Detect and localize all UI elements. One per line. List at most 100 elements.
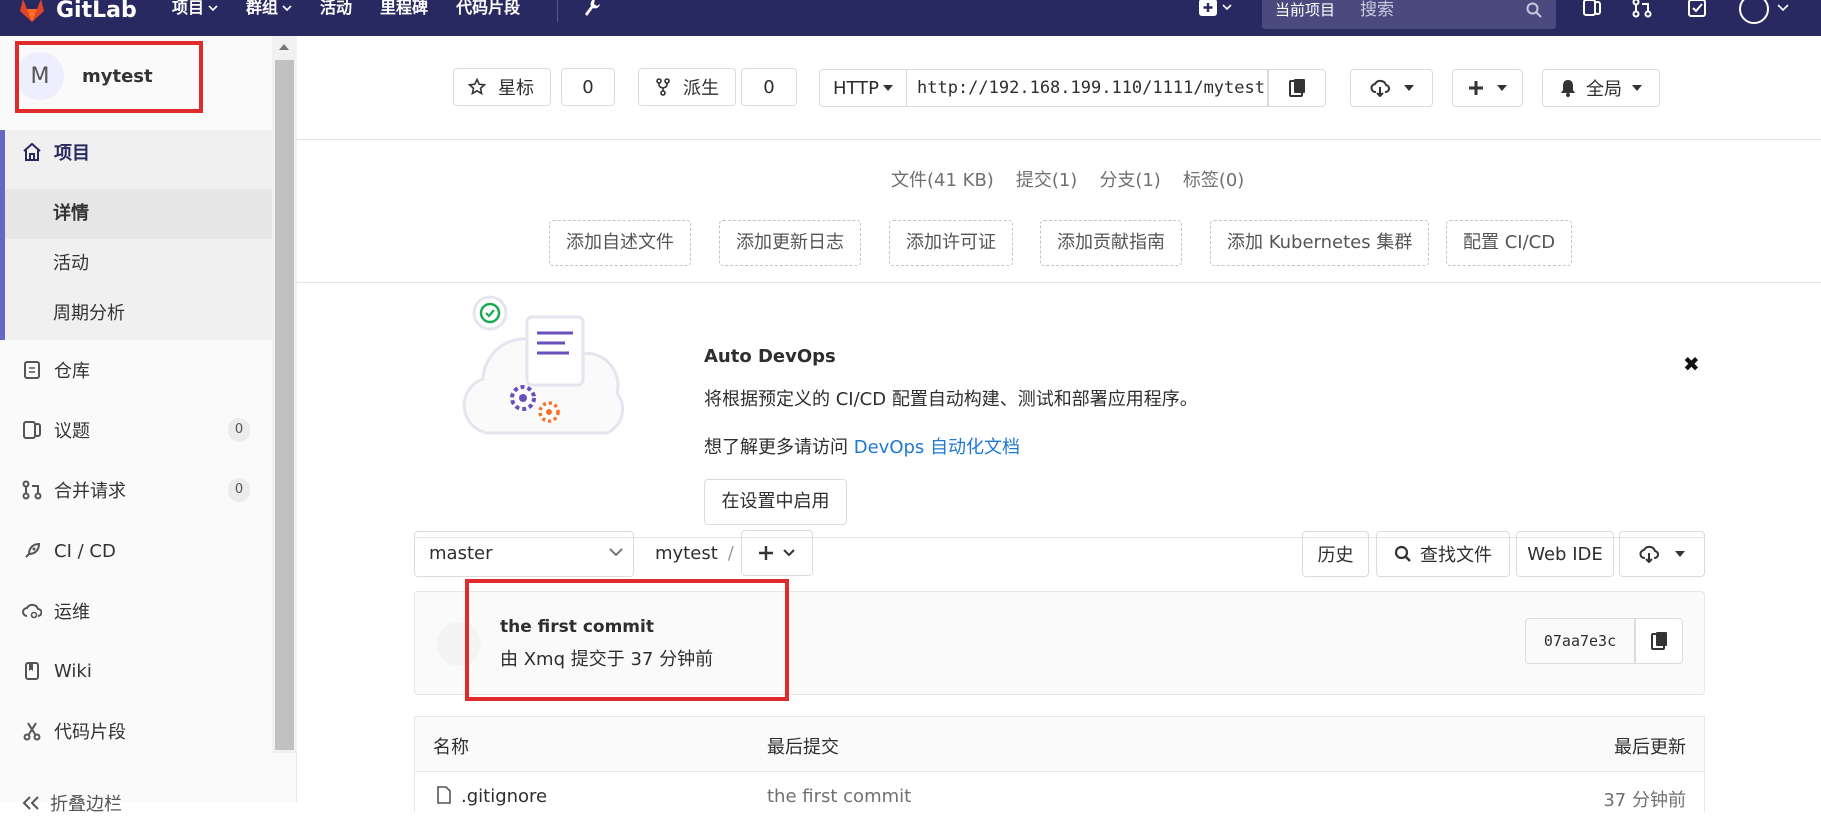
gitlab-logo[interactable]: GitLab: [18, 0, 137, 28]
protocol-label: HTTP: [832, 77, 880, 99]
stat-commits[interactable]: 提交(1): [1016, 166, 1078, 192]
sidebar-item-operations[interactable]: 运维: [0, 581, 272, 641]
copy-url-button[interactable]: [1268, 69, 1326, 107]
merge-request-icon: [22, 480, 42, 500]
sidebar-scrollbar[interactable]: [272, 36, 297, 753]
stat-branches[interactable]: 分支(1): [1099, 166, 1161, 192]
fork-count[interactable]: 0: [741, 68, 797, 106]
add-license-button[interactable]: 添加许可证: [889, 220, 1013, 266]
stat-files[interactable]: 文件(41 KB): [891, 166, 994, 192]
nav-groups[interactable]: 群组: [246, 0, 292, 18]
sidebar-item-label: 项目: [54, 143, 90, 164]
highlight-box: [15, 41, 203, 113]
star-label: 星标: [498, 78, 534, 99]
project-sidebar: M mytest 项目 详情 活动 周期分析 仓库 议题 0 合并请求 0 CI…: [0, 36, 297, 815]
scroll-up-arrow-icon[interactable]: [279, 44, 289, 50]
sidebar-item-ci-cd[interactable]: CI / CD: [0, 521, 272, 581]
protocol-dropdown[interactable]: HTTP: [819, 69, 907, 107]
enable-in-settings-button[interactable]: 在设置中启用: [704, 479, 847, 525]
sidebar-item-label: CI / CD: [54, 540, 116, 562]
caret-down-icon: [1675, 551, 1685, 557]
repo-download-dropdown[interactable]: [1619, 531, 1705, 577]
add-kubernetes-button[interactable]: 添加 Kubernetes 集群: [1210, 220, 1430, 266]
sidebar-subitem-cycle-analytics[interactable]: 周期分析: [5, 289, 272, 339]
star-button[interactable]: 星标: [453, 68, 551, 106]
highlight-box: [465, 579, 789, 701]
cloud-download-icon: [1370, 79, 1390, 97]
close-icon[interactable]: ✖: [1683, 352, 1700, 376]
add-contributing-button[interactable]: 添加贡献指南: [1040, 220, 1182, 266]
scrollbar-thumb[interactable]: [275, 60, 294, 750]
nav-snippets[interactable]: 代码片段: [456, 0, 520, 18]
history-button[interactable]: 历史: [1302, 531, 1369, 577]
devops-learn-prefix: 想了解更多请访问: [704, 437, 848, 458]
collapse-sidebar-button[interactable]: 折叠边栏: [22, 790, 122, 816]
notification-label: 全局: [1586, 79, 1622, 100]
chevron-down-icon: [783, 549, 795, 557]
sidebar-item-snippets[interactable]: 代码片段: [0, 701, 272, 761]
add-readme-button[interactable]: 添加自述文件: [549, 220, 691, 266]
new-item-icon[interactable]: [1198, 0, 1234, 18]
divider: [297, 139, 1821, 140]
find-file-button[interactable]: 查找文件: [1376, 531, 1510, 577]
download-dropdown[interactable]: [1350, 69, 1433, 107]
web-ide-button[interactable]: Web IDE: [1516, 531, 1614, 577]
sidebar-item-repository[interactable]: 仓库: [0, 340, 272, 400]
caret-down-icon: [1403, 85, 1414, 91]
search-input[interactable]: 搜索: [1348, 0, 1556, 29]
caret-down-icon: [883, 85, 894, 91]
sidebar-item-merge-requests[interactable]: 合并请求 0: [0, 460, 272, 520]
fork-button[interactable]: 派生: [638, 68, 736, 106]
branch-name: master: [429, 543, 493, 564]
wrench-icon[interactable]: [583, 0, 601, 18]
cloud-download-icon: [1639, 545, 1659, 563]
breadcrumb-root[interactable]: mytest: [655, 543, 718, 564]
file-last-updated: 37 分钟前: [1603, 790, 1686, 811]
search-icon: [1526, 2, 1542, 18]
chevron-down-icon: [208, 5, 218, 11]
app-name: GitLab: [56, 0, 137, 23]
fork-label: 派生: [683, 78, 719, 99]
divider: [297, 282, 1821, 283]
sidebar-item-issues[interactable]: 议题 0: [0, 400, 272, 460]
merge-request-icon[interactable]: [1632, 0, 1652, 18]
col-last-commit-header: 最后提交: [767, 737, 839, 758]
todo-icon[interactable]: [1687, 0, 1707, 18]
add-new-dropdown[interactable]: [1452, 69, 1523, 107]
devops-docs-link[interactable]: DevOps 自动化文档: [854, 437, 1020, 458]
file-last-commit[interactable]: the first commit: [767, 786, 911, 807]
devops-learn-more: 想了解更多请访问 DevOps 自动化文档: [704, 433, 1020, 459]
add-changelog-button[interactable]: 添加更新日志: [719, 220, 861, 266]
breadcrumb-separator: /: [727, 543, 734, 564]
sidebar-item-wiki[interactable]: Wiki: [0, 641, 272, 701]
home-icon: [22, 142, 42, 162]
add-to-tree-dropdown[interactable]: [741, 530, 813, 576]
clipboard-icon: [1289, 79, 1305, 97]
copy-sha-button[interactable]: [1635, 618, 1683, 664]
tanuki-icon: [20, 0, 44, 22]
chevron-down-icon[interactable]: [1777, 4, 1789, 12]
col-name-header: 名称: [433, 737, 469, 758]
stat-tags[interactable]: 标签(0): [1183, 166, 1245, 192]
nav-activity[interactable]: 活动: [320, 0, 352, 18]
commit-sha[interactable]: 07aa7e3c: [1525, 618, 1635, 664]
sidebar-subitem-details[interactable]: 详情: [5, 189, 272, 239]
issues-icon[interactable]: [1582, 0, 1602, 18]
nav-projects[interactable]: 项目: [172, 0, 218, 18]
fork-icon: [656, 78, 670, 96]
issues-count-badge: 0: [228, 418, 250, 442]
sidebar-item-label: 仓库: [54, 361, 90, 382]
branch-selector[interactable]: master: [414, 531, 634, 577]
notification-dropdown[interactable]: 全局: [1542, 69, 1660, 107]
file-name[interactable]: .gitignore: [461, 786, 547, 807]
nav-milestones[interactable]: 里程碑: [380, 0, 428, 18]
user-avatar[interactable]: [1739, 0, 1769, 24]
search-scope[interactable]: 当前项目: [1262, 0, 1348, 29]
issues-icon: [22, 420, 42, 440]
sidebar-subitem-activity[interactable]: 活动: [5, 239, 272, 289]
configure-ci-cd-button[interactable]: 配置 CI/CD: [1446, 220, 1573, 266]
star-count[interactable]: 0: [561, 68, 615, 106]
sidebar-item-project[interactable]: 项目: [0, 122, 272, 182]
clone-url-field[interactable]: http://192.168.199.110/1111/mytest.git: [907, 69, 1268, 107]
table-row[interactable]: .gitignore the first commit 37 分钟前: [414, 772, 1705, 812]
